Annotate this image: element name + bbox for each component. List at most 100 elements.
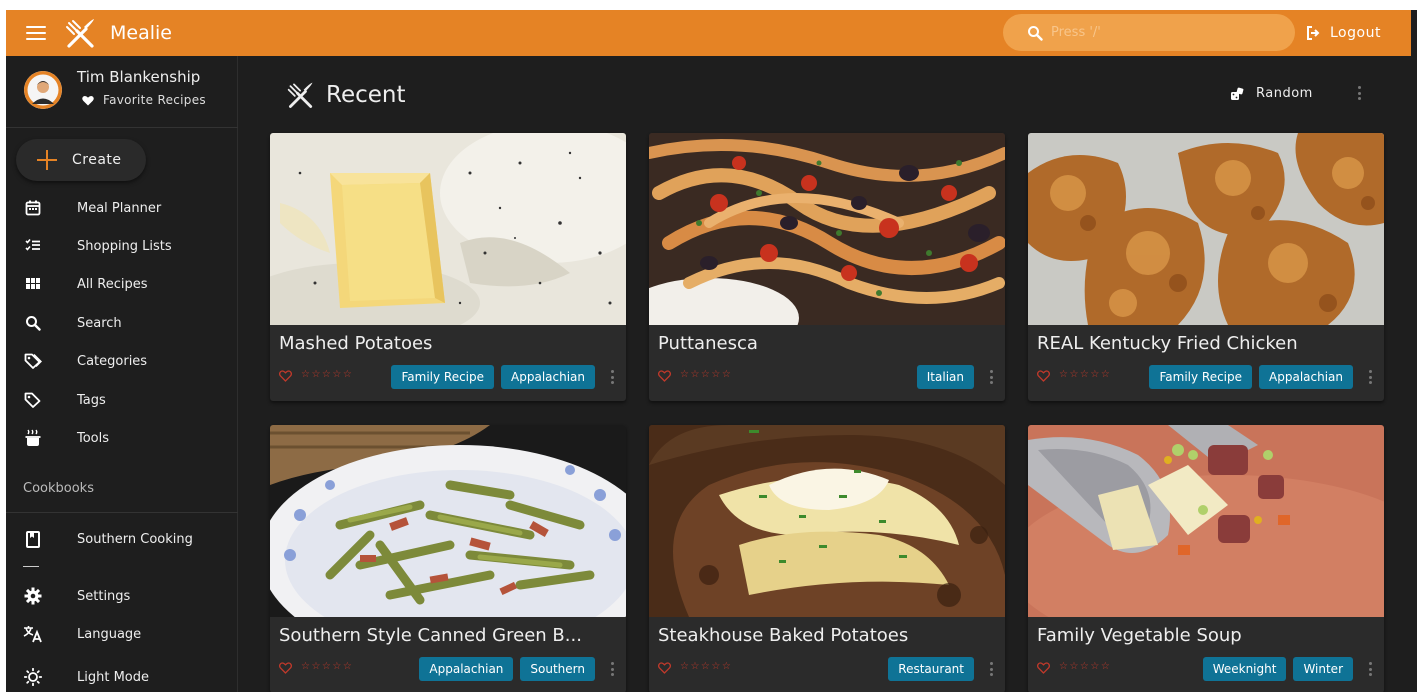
search-input[interactable] bbox=[1051, 25, 1271, 40]
translate-icon bbox=[23, 624, 43, 644]
fork-knife-logo-icon[interactable] bbox=[64, 16, 98, 50]
user-name[interactable]: Tim Blankenship bbox=[77, 68, 200, 86]
recipe-image[interactable] bbox=[1028, 133, 1384, 325]
tag-list: Family Recipe Appalachian bbox=[1142, 365, 1353, 389]
more-vertical-icon[interactable] bbox=[988, 370, 994, 384]
more-vertical-icon[interactable] bbox=[609, 662, 615, 676]
recipe-card-southern-style-canned-green-beans[interactable]: Southern Style Canned Green B... ☆☆☆☆☆ A… bbox=[270, 425, 626, 692]
sidebar-item-tags[interactable]: Tags bbox=[6, 381, 238, 419]
tag-chip[interactable]: Family Recipe bbox=[1149, 365, 1253, 389]
recipe-card-mashed-potatoes[interactable]: Mashed Potatoes ☆☆☆☆☆ Family Recipe Appa… bbox=[270, 133, 626, 401]
recipe-card-footer: ☆☆☆☆☆ Italian bbox=[658, 365, 998, 389]
search-box[interactable] bbox=[1003, 14, 1295, 51]
create-button[interactable]: Create bbox=[16, 139, 146, 181]
sidebar-item-settings[interactable]: Settings bbox=[6, 577, 238, 615]
sidebar-item-light-mode[interactable]: Light Mode bbox=[6, 658, 238, 692]
sidebar-item-shopping-lists[interactable]: Shopping Lists bbox=[6, 227, 238, 265]
recipe-title[interactable]: Steakhouse Baked Potatoes bbox=[658, 625, 908, 646]
tag-chip[interactable]: Winter bbox=[1293, 657, 1353, 681]
checklist-icon bbox=[23, 236, 43, 256]
random-label: Random bbox=[1256, 86, 1313, 101]
recipe-image[interactable] bbox=[649, 425, 1005, 617]
more-vertical-icon[interactable] bbox=[1367, 370, 1373, 384]
sidebar-item-all-recipes[interactable]: All Recipes bbox=[6, 265, 238, 303]
sidebar-item-meal-planner[interactable]: Meal Planner bbox=[6, 189, 238, 227]
sidebar-item-label: Tools bbox=[77, 430, 110, 446]
recipe-title[interactable]: Puttanesca bbox=[658, 333, 758, 354]
create-label: Create bbox=[72, 152, 122, 168]
tag-chip[interactable]: Italian bbox=[916, 365, 974, 389]
rating-stars[interactable]: ☆☆☆☆☆ bbox=[301, 369, 353, 380]
tag-list: Italian bbox=[910, 365, 974, 389]
tag-chip[interactable]: Weeknight bbox=[1202, 657, 1287, 681]
logout-button[interactable]: Logout bbox=[1306, 10, 1381, 56]
app-title[interactable]: Mealie bbox=[110, 22, 172, 44]
recipe-card-family-vegetable-soup[interactable]: Family Vegetable Soup ☆☆☆☆☆ Weeknight Wi… bbox=[1028, 425, 1384, 692]
plus-icon bbox=[36, 149, 58, 171]
favorite-recipes-label: Favorite Recipes bbox=[103, 93, 206, 107]
avatar[interactable] bbox=[24, 71, 62, 109]
sidebar-item-language[interactable]: Language bbox=[6, 615, 238, 653]
menu-icon[interactable] bbox=[26, 26, 46, 40]
recipe-title[interactable]: Family Vegetable Soup bbox=[1037, 625, 1242, 646]
recipe-card-real-kentucky-fried-chicken[interactable]: REAL Kentucky Fried Chicken ☆☆☆☆☆ Family… bbox=[1028, 133, 1384, 401]
recipe-card-puttanesca[interactable]: Puttanesca ☆☆☆☆☆ Italian bbox=[649, 133, 1005, 401]
cookbooks-heading: Cookbooks bbox=[23, 481, 94, 496]
sidebar-item-label: All Recipes bbox=[77, 276, 148, 292]
avatar-image bbox=[24, 71, 62, 109]
rating-stars[interactable]: ☆☆☆☆☆ bbox=[680, 369, 732, 380]
recipe-title[interactable]: Mashed Potatoes bbox=[279, 333, 432, 354]
heart-outline-icon[interactable] bbox=[658, 370, 671, 382]
rating-stars[interactable]: ☆☆☆☆☆ bbox=[680, 661, 732, 672]
tag-chip[interactable]: Appalachian bbox=[419, 657, 514, 681]
sidebar-item-categories[interactable]: Categories bbox=[6, 342, 238, 380]
more-vertical-icon[interactable] bbox=[1367, 662, 1373, 676]
more-vertical-icon[interactable] bbox=[609, 370, 615, 384]
recipe-image[interactable] bbox=[1028, 425, 1384, 617]
sidebar-item-southern-cooking[interactable]: Southern Cooking bbox=[6, 520, 238, 558]
tag-chip[interactable]: Appalachian bbox=[1259, 365, 1353, 389]
recipe-card-steakhouse-baked-potatoes[interactable]: Steakhouse Baked Potatoes ☆☆☆☆☆ Restaura… bbox=[649, 425, 1005, 692]
rating-stars[interactable]: ☆☆☆☆☆ bbox=[1059, 369, 1111, 380]
heart-outline-icon[interactable] bbox=[279, 370, 292, 382]
rating-stars[interactable]: ☆☆☆☆☆ bbox=[1059, 661, 1111, 672]
heart-outline-icon[interactable] bbox=[658, 662, 671, 674]
page-header: Recent bbox=[286, 80, 406, 110]
window-edge-top bbox=[0, 0, 1417, 10]
sidebar-item-search[interactable]: Search bbox=[6, 304, 238, 342]
tag-list: Appalachian Southern bbox=[412, 657, 595, 681]
heart-outline-icon[interactable] bbox=[1037, 370, 1050, 382]
recipe-card-footer: ☆☆☆☆☆ Family Recipe Appalachian bbox=[1037, 365, 1377, 389]
app-window: Mealie Logout bbox=[0, 0, 1417, 692]
tag-icon bbox=[23, 351, 43, 371]
heart-outline-icon[interactable] bbox=[1037, 662, 1050, 674]
more-vertical-icon[interactable] bbox=[1354, 86, 1364, 104]
recipe-image[interactable] bbox=[270, 425, 626, 617]
heart-icon bbox=[82, 95, 94, 105]
tag-chip[interactable]: Appalachian bbox=[501, 365, 595, 389]
tag-chip[interactable]: Restaurant bbox=[888, 657, 974, 681]
recipe-image[interactable] bbox=[649, 133, 1005, 325]
heart-outline-icon[interactable] bbox=[279, 662, 292, 674]
recipe-card-footer: ☆☆☆☆☆ Restaurant bbox=[658, 657, 998, 681]
more-vertical-icon[interactable] bbox=[988, 662, 994, 676]
recipe-card-footer: ☆☆☆☆☆ Appalachian Southern bbox=[279, 657, 619, 681]
recipe-title[interactable]: Southern Style Canned Green B... bbox=[279, 625, 582, 646]
dice-icon bbox=[1231, 87, 1244, 100]
sidebar: Tim Blankenship Favorite Recipes Create … bbox=[6, 56, 238, 692]
sidebar-item-label: Language bbox=[77, 626, 142, 642]
divider bbox=[23, 566, 39, 567]
favorite-recipes-link[interactable]: Favorite Recipes bbox=[82, 93, 206, 107]
sidebar-item-label: Light Mode bbox=[77, 669, 149, 685]
tag-chip[interactable]: Family Recipe bbox=[391, 365, 495, 389]
recipe-title[interactable]: REAL Kentucky Fried Chicken bbox=[1037, 333, 1298, 354]
sidebar-item-tools[interactable]: Tools bbox=[6, 419, 238, 457]
tag-list: Restaurant bbox=[881, 657, 974, 681]
recipe-image[interactable] bbox=[270, 133, 626, 325]
grid-icon bbox=[23, 274, 43, 294]
tag-chip[interactable]: Southern bbox=[520, 657, 595, 681]
logout-label: Logout bbox=[1330, 25, 1381, 41]
rating-stars[interactable]: ☆☆☆☆☆ bbox=[301, 661, 353, 672]
random-button[interactable]: Random bbox=[1230, 86, 1313, 101]
sun-icon bbox=[23, 667, 43, 687]
